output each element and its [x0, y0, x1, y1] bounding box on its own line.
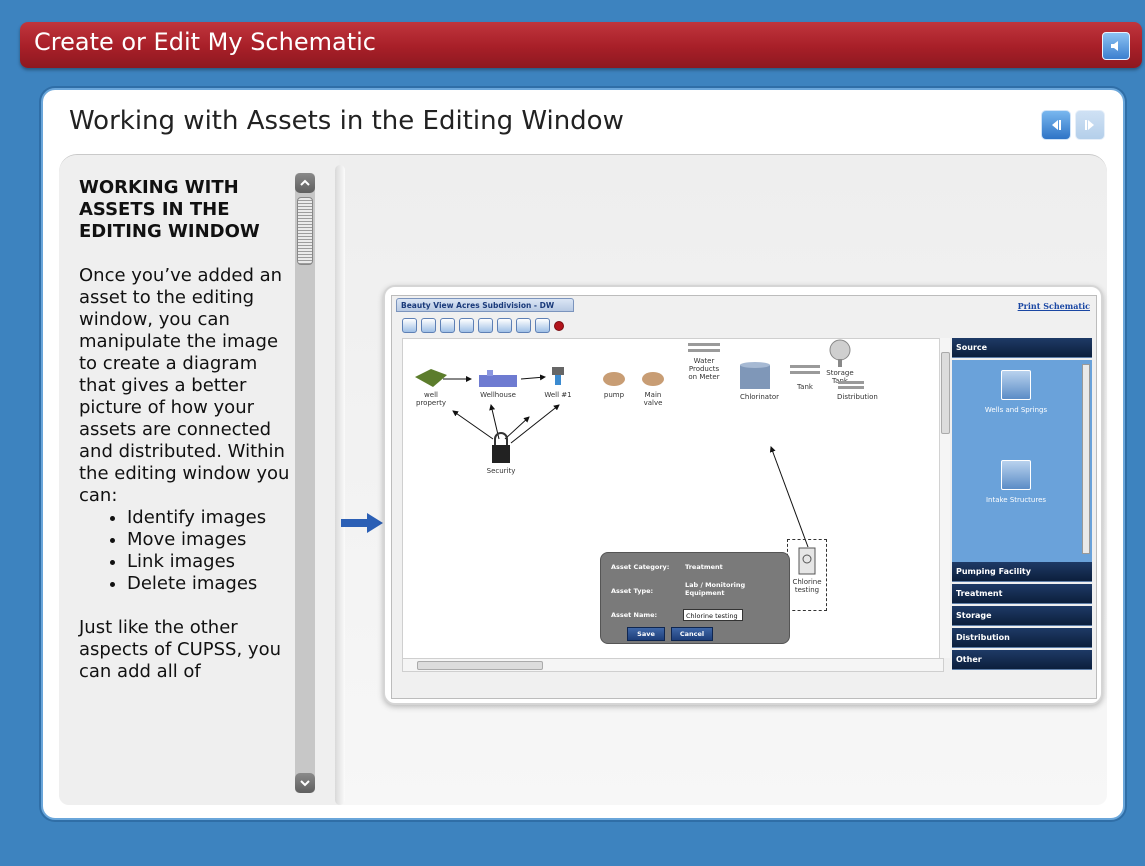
sound-button[interactable]	[1102, 32, 1130, 60]
cancel-button[interactable]: Cancel	[671, 627, 713, 641]
category-source[interactable]: Source	[952, 338, 1092, 358]
tank-icon	[740, 362, 770, 389]
schematic-node[interactable]: pump	[599, 369, 629, 399]
chevron-up-icon	[300, 179, 310, 186]
testing-kit-icon	[798, 547, 816, 575]
link-icon[interactable]	[478, 318, 493, 333]
app-title: Create or Edit My Schematic	[34, 28, 376, 56]
storage-tank-icon	[790, 365, 820, 374]
intake-icon	[1001, 460, 1031, 490]
lesson-panel: Working with Assets in the Editing Windo…	[41, 88, 1125, 820]
page-title: Working with Assets in the Editing Windo…	[69, 106, 624, 136]
scroll-thumb[interactable]	[941, 352, 950, 434]
meter-icon	[688, 343, 720, 352]
editor-toolbar	[402, 318, 564, 333]
previous-icon	[1052, 120, 1061, 130]
canvas-vertical-scrollbar[interactable]	[939, 338, 950, 658]
info-icon[interactable]	[440, 318, 455, 333]
speaker-icon	[1111, 41, 1118, 51]
text-sidebar: WORKING WITH ASSETS IN THE EDITING WINDO…	[59, 155, 339, 805]
divider	[335, 165, 345, 805]
category-treatment[interactable]: Treatment	[952, 584, 1092, 604]
well-icon	[552, 367, 564, 385]
schematic-node[interactable]: Well #1	[541, 365, 575, 399]
pump-icon	[603, 372, 625, 386]
building-icon	[479, 370, 517, 387]
title-bar: Create or Edit My Schematic	[20, 22, 1142, 68]
asset-name-field[interactable]: Chlorine testing	[683, 609, 743, 621]
next-button[interactable]	[1075, 110, 1105, 140]
hand-icon[interactable]	[459, 318, 474, 333]
schematic-tab[interactable]: Beauty View Acres Subdivision - DW	[396, 298, 574, 312]
well-icon	[1001, 370, 1031, 400]
save-button[interactable]: Save	[627, 627, 665, 641]
zoom-in-icon[interactable]	[402, 318, 417, 333]
schematic-canvas[interactable]: well property Wellhouse Well #1 pump Mai…	[402, 338, 944, 660]
asset-dialog: Asset Category: Treatment Asset Type: La…	[600, 552, 790, 644]
category-distribution[interactable]: Distribution	[952, 628, 1092, 648]
scroll-thumb[interactable]	[417, 661, 543, 670]
category-value: Treatment	[685, 563, 723, 571]
source-asset-list: Wells and Springs Intake Structures	[952, 360, 1092, 562]
category-pumping-facility[interactable]: Pumping Facility	[952, 562, 1092, 582]
text-scrollbar[interactable]	[295, 173, 315, 793]
content-area: WORKING WITH ASSETS IN THE EDITING WINDO…	[59, 154, 1107, 805]
previous-button[interactable]	[1041, 110, 1071, 140]
schematic-node[interactable]: Wellhouse	[473, 367, 523, 399]
list-item: Identify images	[127, 507, 291, 529]
name-label: Asset Name:	[611, 611, 658, 619]
intro-paragraph: Once you’ve added an asset to the editin…	[79, 265, 290, 506]
zoom-out-icon[interactable]	[421, 318, 436, 333]
lesson-text: WORKING WITH ASSETS IN THE EDITING WINDO…	[79, 177, 291, 683]
list-item: Move images	[127, 529, 291, 551]
arrow-icon	[341, 513, 383, 533]
schematic-node[interactable]: Water Products on Meter	[683, 341, 725, 381]
editor-window: Beauty View Acres Subdivision - DW Print…	[391, 295, 1097, 699]
delete-icon[interactable]	[497, 318, 512, 333]
schematic-node[interactable]: well property	[411, 367, 451, 407]
save-icon[interactable]	[516, 318, 531, 333]
land-icon	[415, 369, 447, 387]
valve-icon	[642, 372, 664, 386]
type-label: Asset Type:	[611, 587, 654, 595]
asset-palette-item[interactable]: Intake Structures	[952, 460, 1080, 504]
palette-scrollbar[interactable]	[1082, 364, 1090, 554]
schematic-node[interactable]: Security	[479, 431, 523, 475]
section-heading: WORKING WITH ASSETS IN THE EDITING WINDO…	[79, 177, 260, 242]
capability-list: Identify images Move images Link images …	[79, 507, 291, 595]
category-label: Asset Category:	[611, 563, 670, 571]
category-storage[interactable]: Storage	[952, 606, 1092, 626]
next-icon	[1085, 120, 1094, 130]
schematic-node[interactable]: Chlorinator	[735, 361, 779, 401]
scroll-down-button[interactable]	[295, 773, 315, 793]
editor-screenshot: Beauty View Acres Subdivision - DW Print…	[383, 285, 1103, 705]
scroll-up-button[interactable]	[295, 173, 315, 193]
pipe-icon	[838, 381, 864, 389]
selected-node[interactable]: Chlorine testing	[787, 539, 827, 611]
scroll-thumb[interactable]	[297, 197, 313, 265]
help-icon[interactable]	[554, 321, 564, 331]
schematic-node[interactable]: Main valve	[635, 369, 671, 407]
category-other[interactable]: Other	[952, 650, 1092, 670]
outro-paragraph: Just like the other aspects of CUPSS, yo…	[79, 617, 281, 682]
list-item: Link images	[127, 551, 291, 573]
print-schematic-link[interactable]: Print Schematic	[1018, 301, 1090, 311]
chevron-down-icon	[300, 780, 310, 787]
list-item: Delete images	[127, 573, 291, 595]
lock-icon	[492, 432, 510, 463]
settings-icon[interactable]	[535, 318, 550, 333]
asset-palette-item[interactable]: Wells and Springs	[952, 370, 1080, 414]
type-value: Lab / Monitoring Equipment	[685, 581, 746, 597]
schematic-node[interactable]: Tank	[787, 359, 823, 391]
schematic-node[interactable]: Distribution	[833, 379, 878, 401]
canvas-horizontal-scrollbar[interactable]	[402, 658, 944, 672]
water-tower-icon	[829, 339, 851, 367]
